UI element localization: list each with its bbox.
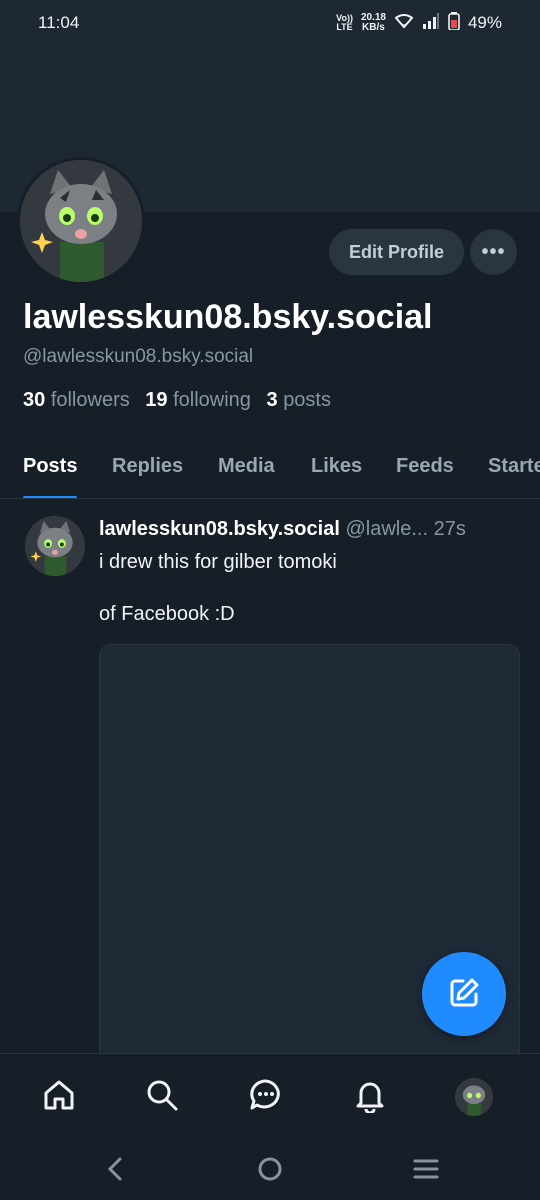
- lte-label: LTE: [336, 22, 353, 32]
- tab-starter-packs[interactable]: Starter: [488, 440, 540, 498]
- battery-percent: 49%: [467, 13, 502, 32]
- bell-icon: [352, 1077, 388, 1118]
- following-link[interactable]: 19 following: [145, 389, 251, 411]
- profile-stats: 30 followers 19 following 3 posts: [23, 389, 331, 412]
- home-icon: [41, 1077, 77, 1118]
- status-time: 11:04: [38, 13, 80, 32]
- following-count: 19: [145, 389, 168, 411]
- post-text-line-2: of Facebook :D: [99, 603, 235, 625]
- compose-button[interactable]: [422, 952, 506, 1036]
- nav-home[interactable]: [34, 1072, 84, 1122]
- posts-stat: 3 posts: [267, 389, 332, 411]
- tab-feeds[interactable]: Feeds: [396, 440, 454, 498]
- back-icon: [105, 1156, 125, 1187]
- cat-avatar-art: [20, 160, 142, 282]
- profile-tabs: Posts Replies Media Likes Feeds Starter: [0, 440, 540, 499]
- profile-avatar[interactable]: [17, 157, 145, 285]
- speed-unit: KB/s: [362, 22, 385, 33]
- post-author-avatar[interactable]: [25, 516, 85, 576]
- nav-notifications[interactable]: [345, 1072, 395, 1122]
- followers-count: 30: [23, 389, 46, 411]
- nav-search[interactable]: [137, 1072, 187, 1122]
- network-type: Vo)) LTE: [336, 14, 353, 32]
- post-timestamp: 27s: [433, 518, 466, 540]
- battery-icon: [448, 11, 460, 35]
- tab-posts[interactable]: Posts: [23, 440, 78, 498]
- nav-profile[interactable]: [449, 1072, 499, 1122]
- system-back[interactable]: [95, 1153, 135, 1189]
- edit-profile-button[interactable]: Edit Profile: [329, 229, 464, 275]
- system-recents[interactable]: [406, 1153, 446, 1189]
- tab-replies[interactable]: Replies: [112, 440, 183, 498]
- tab-media[interactable]: Media: [218, 440, 275, 498]
- status-bar: 11:04 Vo)) LTE 20.18 KB/s 49%: [0, 0, 540, 46]
- network-speed: 20.18 KB/s: [361, 13, 386, 33]
- posts-label: posts: [283, 389, 331, 411]
- home-circle-icon: [256, 1155, 284, 1188]
- posts-count: 3: [266, 389, 278, 411]
- recents-icon: [412, 1157, 440, 1186]
- following-label: following: [173, 389, 251, 411]
- system-navigation-bar: [0, 1141, 540, 1200]
- post-text-line-1: i drew this for gilber tomoki: [99, 551, 337, 573]
- more-options-button[interactable]: •••: [470, 229, 517, 275]
- profile-display-name: lawlesskun08.bsky.social: [23, 298, 433, 336]
- post-header: lawlesskun08.bsky.social @lawle... 27s: [99, 518, 524, 541]
- post-author-handle[interactable]: @lawle...: [345, 518, 428, 540]
- post-author-name[interactable]: lawlesskun08.bsky.social: [99, 518, 340, 540]
- signal-icon: [422, 12, 440, 34]
- profile-handle: @lawlesskun08.bsky.social: [23, 346, 254, 367]
- tab-likes[interactable]: Likes: [311, 440, 362, 498]
- followers-label: followers: [50, 389, 130, 411]
- profile-avatar-small: [455, 1078, 493, 1116]
- chat-icon: [248, 1077, 284, 1118]
- followers-link[interactable]: 30 followers: [23, 389, 130, 411]
- bottom-navigation: [0, 1053, 540, 1141]
- wifi-icon: [394, 13, 414, 34]
- status-indicators: Vo)) LTE 20.18 KB/s 49%: [336, 11, 502, 35]
- nav-chat[interactable]: [241, 1072, 291, 1122]
- search-icon: [144, 1077, 180, 1118]
- compose-icon: [446, 975, 482, 1014]
- cat-avatar-art-small: [25, 516, 85, 576]
- system-home[interactable]: [250, 1153, 290, 1189]
